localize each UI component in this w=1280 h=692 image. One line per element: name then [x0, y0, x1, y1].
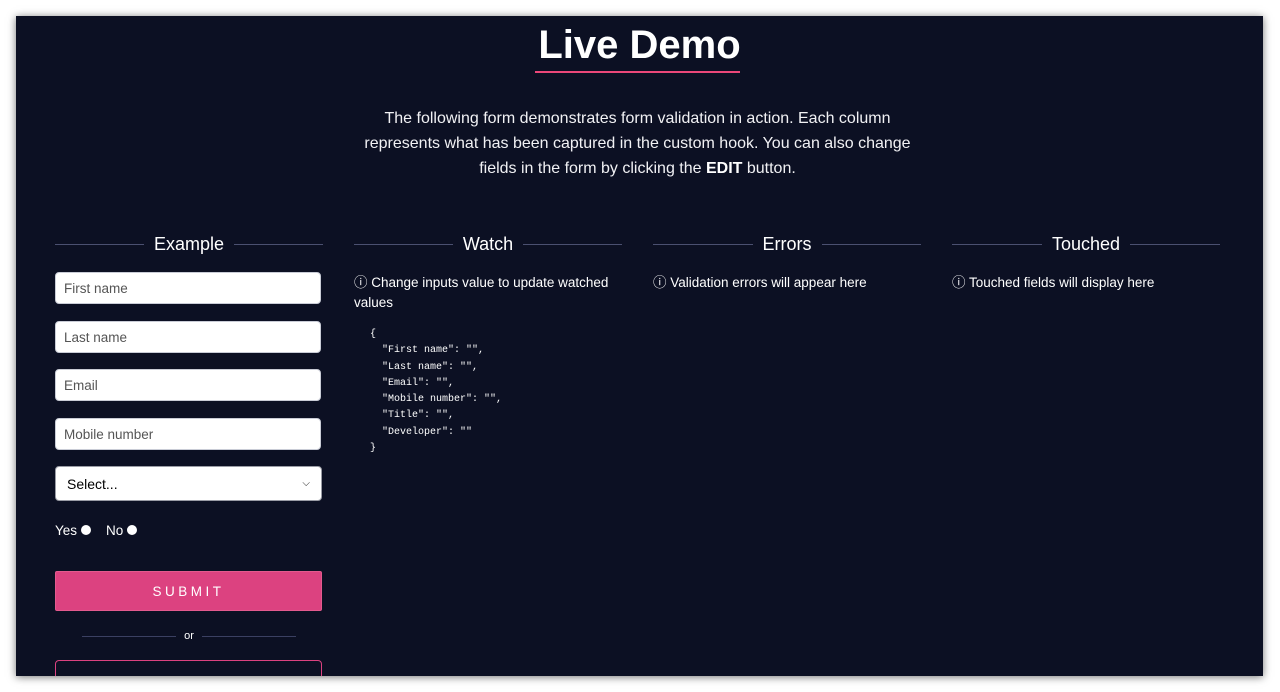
email-input[interactable]	[55, 369, 321, 401]
divider	[1130, 243, 1220, 245]
edit-button[interactable]	[55, 660, 322, 676]
example-column-heading: Example	[55, 232, 323, 256]
or-divider: or	[82, 628, 296, 644]
mobile-number-input[interactable]	[55, 418, 321, 450]
title-underline	[535, 71, 740, 73]
watch-column-heading: Watch	[354, 232, 622, 256]
radio-no-label: No	[106, 522, 124, 538]
watch-hint: ⓘ Change inputs value to update watched …	[354, 275, 609, 310]
divider	[653, 243, 753, 245]
divider	[354, 243, 453, 245]
touched-heading-label: Touched	[1051, 233, 1121, 254]
title-select[interactable]: Select... ⌵	[55, 466, 322, 501]
last-name-input[interactable]	[55, 321, 321, 353]
title-select-value: Select...	[67, 475, 118, 492]
errors-heading-label: Errors	[762, 233, 812, 254]
divider	[55, 243, 144, 245]
divider	[82, 635, 177, 637]
touched-column-heading: Touched	[952, 232, 1220, 256]
example-heading-label: Example	[153, 233, 225, 254]
watch-heading-label: Watch	[462, 233, 514, 254]
touched-hint: ⓘ Touched fields will display here	[952, 275, 1155, 290]
divider	[201, 635, 296, 637]
divider	[821, 243, 921, 245]
submit-button[interactable]: SUBMIT	[55, 571, 322, 611]
errors-hint: ⓘ Validation errors will appear here	[653, 275, 867, 290]
errors-column-heading: Errors	[653, 232, 921, 256]
radio-yes[interactable]	[81, 525, 92, 535]
intro-edit-emphasis: EDIT	[705, 160, 743, 177]
divider	[523, 243, 622, 245]
divider	[952, 243, 1042, 245]
first-name-input[interactable]	[55, 272, 321, 304]
intro-text: The following form demonstrates form val…	[350, 106, 925, 181]
divider	[234, 243, 323, 245]
developer-radio-group: Yes No	[55, 521, 152, 539]
watch-json-output: { "First name": "", "Last name": "", "Em…	[370, 329, 503, 455]
live-demo-window: Live Demo The following form demonstrate…	[16, 16, 1263, 676]
chevron-down-icon: ⌵	[302, 478, 310, 489]
intro-text-start: The following form demonstrates form val…	[364, 110, 911, 177]
radio-yes-label: Yes	[55, 522, 78, 538]
page-title: Live Demo	[538, 23, 741, 67]
intro-text-end: button.	[742, 160, 796, 177]
or-label: or	[184, 630, 194, 642]
radio-no[interactable]	[127, 525, 138, 535]
